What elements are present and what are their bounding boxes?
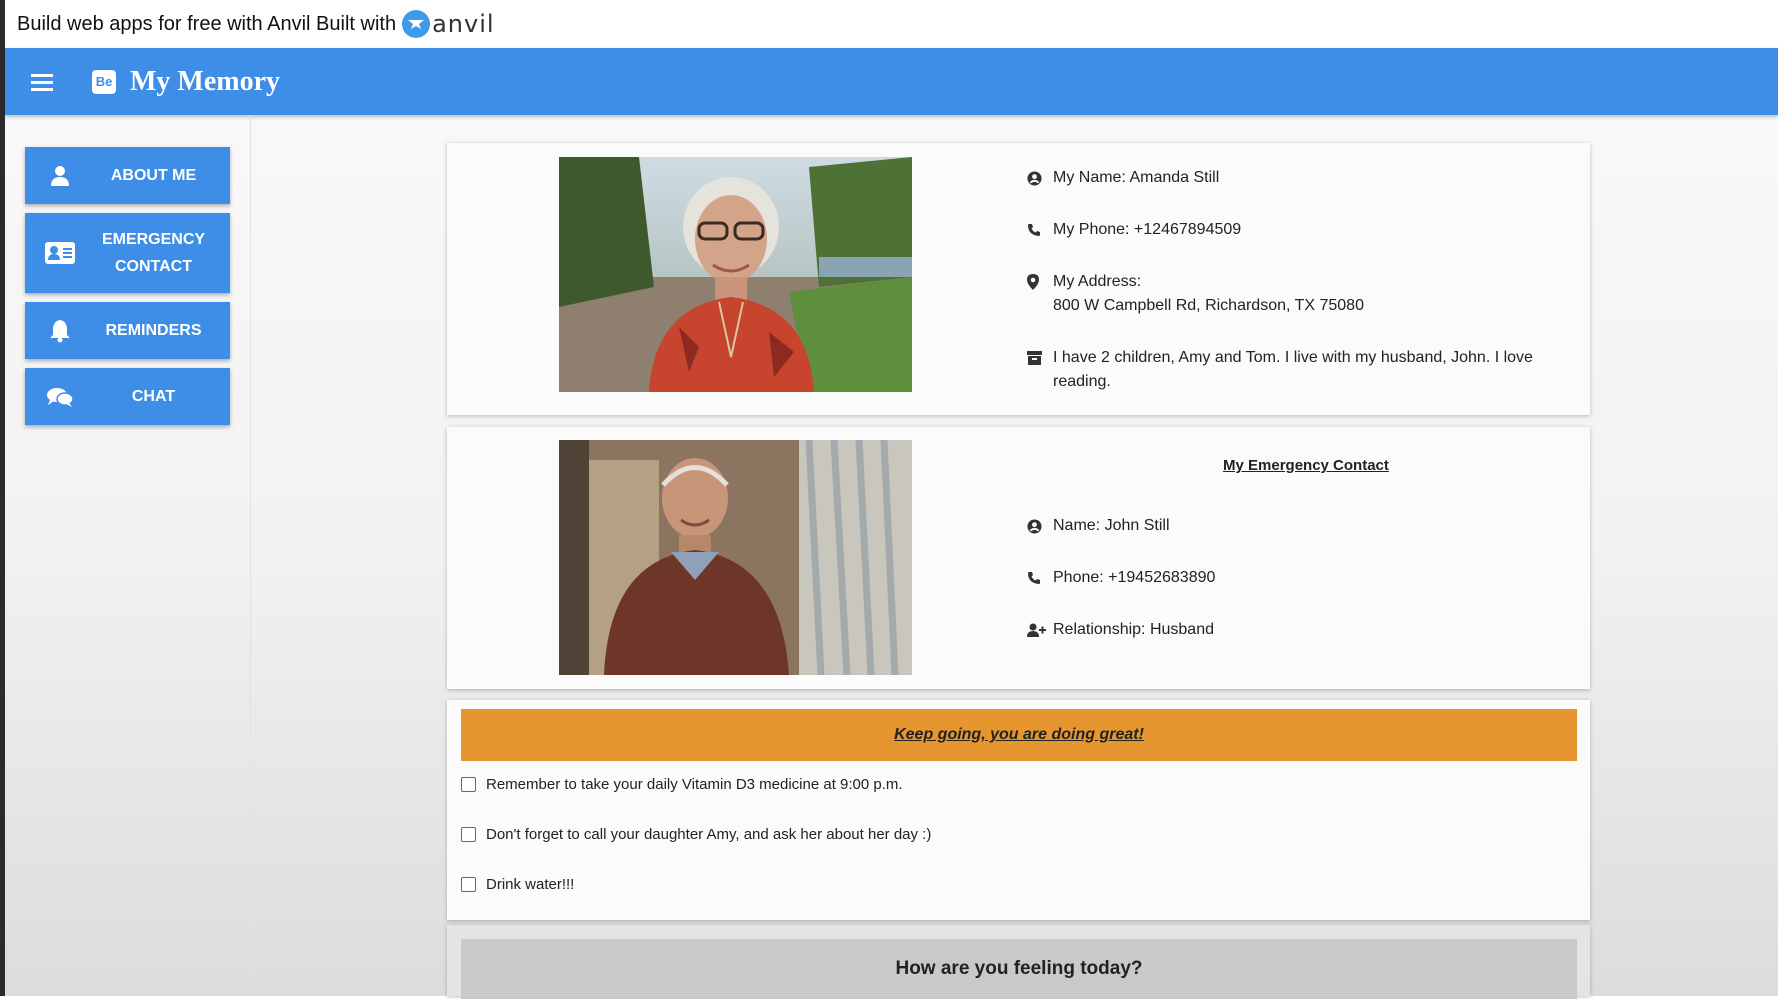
archive-icon [1027,346,1053,370]
bell-icon [25,319,95,343]
reminder-text: Drink water!!! [486,876,575,893]
about-me-label: ABOUT ME [110,167,197,184]
app-logo-badge: Be [92,69,116,94]
sidebar: ABOUT ME EMERGENCY CONTACT REMINDERS CHA… [5,115,251,996]
encouragement-banner: Keep going, you are doing great! [461,709,1577,761]
ec-phone-text: Phone: +19452683890 [1053,569,1216,586]
my-phone-text: My Phone: +12467894509 [1053,221,1242,238]
reminder-checkbox[interactable] [461,777,476,792]
anvil-logo-icon [402,10,431,38]
user-icon [25,165,95,187]
anvil-logo-word: anvil [432,10,495,38]
reminder-text: Remember to take your daily Vitamin D3 m… [486,776,903,793]
reminder-text: Don't forget to call your daughter Amy, … [486,826,932,843]
emergency-contact-title: My Emergency Contact [1223,457,1389,474]
about-me-button[interactable]: ABOUT ME [25,147,230,204]
emergency-contact-button[interactable]: EMERGENCY CONTACT [25,213,230,293]
ec-name-text: Name: John Still [1053,517,1170,534]
ec-relationship-text: Relationship: Husband [1053,621,1214,638]
feeling-prompt-button[interactable]: How are you feeling today? [461,939,1577,999]
my-address-row: My Address: 800 W Campbell Rd, Richardso… [1027,270,1364,318]
reminders-button[interactable]: REMINDERS [25,302,230,359]
my-bio-row: I have 2 children, Amy and Tom. I live w… [1027,346,1573,394]
map-marker-icon [1027,270,1053,294]
hamburger-menu-icon[interactable] [31,72,55,92]
ec-relationship-row: Relationship: Husband [1027,618,1214,642]
reminder-item[interactable]: Drink water!!! [461,876,574,893]
reminder-item[interactable]: Don't forget to call your daughter Amy, … [461,826,931,843]
reminders-card: Keep going, you are doing great! Remembe… [447,700,1590,920]
chat-bubbles-icon [25,386,95,408]
chat-button[interactable]: CHAT [25,368,230,425]
reminder-checkbox[interactable] [461,877,476,892]
my-bio-text: I have 2 children, Amy and Tom. I live w… [1053,349,1533,390]
reminder-item[interactable]: Remember to take your daily Vitamin D3 m… [461,776,903,793]
anvil-banner[interactable]: Build web apps for free with Anvil Built… [5,0,1778,48]
reminders-label: REMINDERS [105,322,202,339]
user-plus-icon [1027,618,1053,642]
portrait-elderly-woman [559,157,912,392]
my-address-text: My Address: 800 W Campbell Rd, Richardso… [1053,270,1364,318]
about-me-card: My Name: Amanda Still My Phone: +1246789… [447,143,1590,415]
emergency-contact-card: My Emergency Contact Name: John Still Ph… [447,427,1590,689]
app-window: Build web apps for free with Anvil Built… [0,0,1778,999]
account-circle-icon [1027,514,1053,538]
account-circle-icon [1027,166,1053,190]
anvil-logo[interactable]: anvil [402,10,494,38]
phone-icon [1027,218,1053,242]
my-phone-row: My Phone: +12467894509 [1027,218,1241,242]
ec-name-row: Name: John Still [1027,514,1170,538]
emergency-contact-label: EMERGENCY CONTACT [101,231,206,275]
reminder-checkbox[interactable] [461,827,476,842]
app-title: My Memory [130,65,281,97]
my-address-label: My Address: [1053,273,1142,290]
ec-phone-row: Phone: +19452683890 [1027,566,1215,590]
banner-text: Build web apps for free with Anvil Built… [17,12,397,35]
my-name-text: My Name: Amanda Still [1053,169,1220,186]
portrait-elderly-man [559,440,912,675]
id-card-icon [25,242,95,264]
phone-icon [1027,566,1053,590]
feeling-card: How are you feeling today? [447,925,1590,999]
chat-label: CHAT [131,388,176,405]
my-name-row: My Name: Amanda Still [1027,166,1219,190]
app-header: Be My Memory [5,48,1778,115]
my-address-value: 800 W Campbell Rd, Richardson, TX 75080 [1053,297,1364,314]
